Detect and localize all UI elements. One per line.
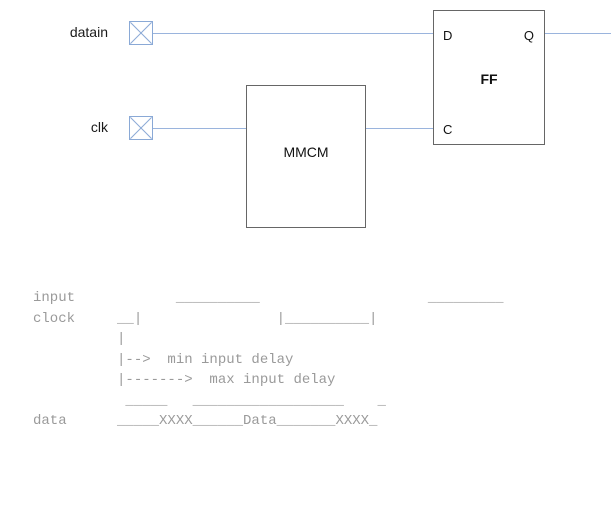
block-label-mmcm: MMCM [283,144,329,160]
wire-ff-q-output [545,33,611,34]
input-port-icon-datain[interactable] [129,21,153,45]
pin-label-q: Q [523,28,534,43]
pin-label-c: C [443,122,453,137]
input-port-icon-clk[interactable] [129,116,153,140]
port-label-clk: clk [90,119,108,135]
schematic-diagram: datain clk MMCM D Q C FF [0,0,611,250]
port-label-datain: datain [69,24,108,40]
wire-datain-to-ff-d [153,33,434,34]
block-ff[interactable]: D Q C FF [433,10,545,145]
block-label-ff: FF [480,71,498,87]
pin-label-d: D [443,28,453,43]
page-root: datain clk MMCM D Q C FF input _________… [0,0,611,518]
wire-clk-to-mmcm [153,128,247,129]
wire-mmcm-to-ff-c [366,128,434,129]
block-mmcm[interactable]: MMCM [246,85,366,228]
timing-diagram-ascii: input __________ _________ clock __| |__… [33,290,504,429]
